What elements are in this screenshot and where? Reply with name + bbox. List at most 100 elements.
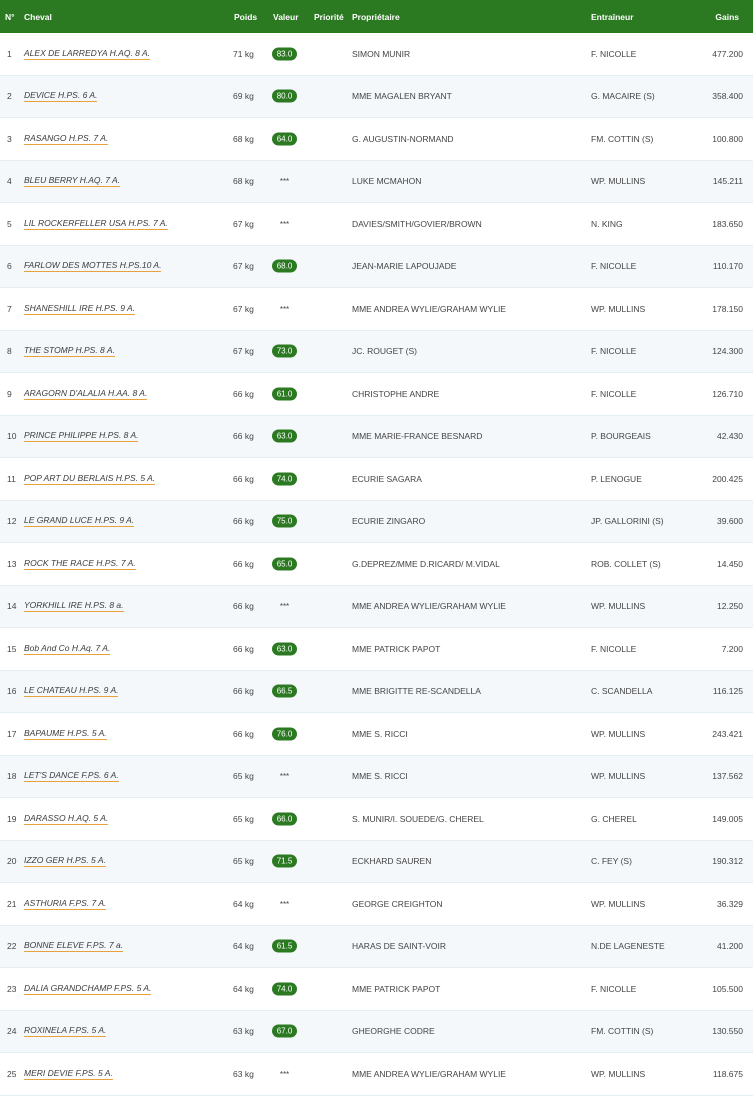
horse-name-link[interactable]: ASTHURIA F.PS. 7 A.	[24, 898, 107, 910]
owner-name: LUKE MCMAHON	[352, 176, 422, 187]
horse-name-link[interactable]: MERI DEVIE F.PS. 5 A.	[24, 1068, 113, 1080]
table-row: 5 LIL ROCKERFELLER USA H.PS. 7 A. 67 kg ***…	[0, 203, 753, 246]
trainer-name: WP. MULLINS	[591, 771, 646, 782]
horse-name-link[interactable]: PRINCE PHILIPPE H.PS. 8 A.	[24, 430, 139, 443]
gains-value: 12.250	[717, 601, 743, 612]
trainer-name: F. NICOLLE	[591, 261, 637, 272]
gains-value: 39.600	[717, 516, 743, 527]
weight-value: 66 kg	[233, 388, 254, 399]
horse-name-link[interactable]: BAPAUME H.PS. 5 A.	[24, 728, 107, 740]
table-row: 3 RASANGO H.PS. 7 A. 68 kg 64.0 G. AUGUSTIN-…	[0, 118, 753, 161]
row-number: 25	[7, 1068, 17, 1079]
table-row: 18 LET'S DANCE F.PS. 6 A. 65 kg *** MME S. R…	[0, 755, 753, 798]
header-value[interactable]: Valeur	[273, 12, 299, 22]
rating-badge: 68.0	[272, 259, 297, 273]
weight-value: 69 kg	[233, 91, 254, 102]
rating-cell: 65.0	[272, 557, 297, 571]
trainer-name: ROB. COLLET (S)	[591, 558, 661, 569]
rating-unrated: ***	[279, 219, 290, 229]
horse-name-link[interactable]: ROCK THE RACE H.PS. 7 A.	[24, 558, 136, 570]
gains-value: 137.562	[712, 771, 743, 782]
owner-name: MME MARIE-FRANCE BESNARD	[352, 431, 483, 442]
trainer-name: F. NICOLLE	[591, 346, 637, 357]
weight-value: 66 kg	[233, 728, 254, 739]
gains-value: 190.312	[712, 856, 743, 867]
weight-value: 66 kg	[233, 558, 254, 569]
rating-cell: 64.0	[272, 132, 297, 146]
rating-badge: 83.0	[272, 47, 297, 61]
horse-name-link[interactable]: RASANGO H.PS. 7 A.	[24, 133, 109, 145]
horse-name-link[interactable]: Bob And Co H.Aq. 7 A.	[24, 643, 111, 655]
header-trainer[interactable]: Entraîneur	[591, 12, 634, 22]
header-owner[interactable]: Propriétaire	[352, 12, 400, 22]
horse-name-link[interactable]: FARLOW DES MOTTES H.PS.10 A.	[24, 260, 162, 273]
horse-name-link[interactable]: BONNE ELEVE F.PS. 7 a.	[24, 940, 124, 953]
table-row: 12 LE GRAND LUCE H.PS. 9 A. 66 kg 75.0 ECURI…	[0, 500, 753, 543]
owner-name: MME S. RICCI	[352, 771, 408, 782]
row-number: 12	[7, 516, 17, 527]
gains-value: 477.200	[712, 48, 743, 59]
owner-name: MME PATRICK PAPOT	[352, 643, 441, 654]
horse-name-link[interactable]: SHANESHILL IRE H.PS. 9 A.	[24, 303, 136, 315]
rating-badge: 61.0	[272, 387, 297, 401]
horse-name-link[interactable]: LE GRAND LUCE H.PS. 9 A.	[24, 515, 135, 528]
table-row: 22 BONNE ELEVE F.PS. 7 a. 64 kg 61.5 HARAS D…	[0, 925, 753, 968]
table-row: 13 ROCK THE RACE H.PS. 7 A. 66 kg 65.0 G.DEP…	[0, 543, 753, 586]
trainer-name: WP. MULLINS	[591, 1068, 646, 1079]
rating-cell: 61.5	[272, 939, 297, 953]
horse-name-link[interactable]: LE CHATEAU H.PS. 9 A.	[24, 685, 119, 698]
horse-name-link[interactable]: IZZO GER H.PS. 5 A.	[24, 855, 106, 868]
row-number: 2	[7, 91, 12, 102]
weight-value: 64 kg	[233, 983, 254, 994]
horse-name-link[interactable]: POP ART DU BERLAIS H.PS. 5 A.	[24, 473, 156, 485]
rating-badge: 63.0	[272, 429, 297, 443]
row-number: 13	[7, 558, 17, 569]
rating-badge: 76.0	[272, 727, 297, 741]
horse-name-link[interactable]: THE STOMP H.PS. 8 A.	[24, 345, 115, 358]
owner-name: GEORGE CREIGHTON	[352, 898, 443, 909]
horse-name-link[interactable]: LIL ROCKERFELLER USA H.PS. 7 A.	[24, 218, 168, 230]
header-weight[interactable]: Poids	[234, 12, 257, 22]
gains-value: 7.200	[721, 643, 743, 654]
gains-value: 149.005	[712, 813, 743, 824]
owner-name: HARAS DE SAINT-VOIR	[352, 941, 446, 952]
horse-name-link[interactable]: DARASSO H.AQ. 5 A.	[24, 813, 109, 825]
horse-name-link[interactable]: LET'S DANCE F.PS. 6 A.	[24, 770, 119, 783]
trainer-name: FM. COTTIN (S)	[591, 1026, 654, 1037]
rating-cell: ***	[272, 771, 297, 781]
rating-cell: 63.0	[272, 429, 297, 443]
rating-badge: 73.0	[272, 344, 297, 358]
row-number: 1	[7, 48, 12, 59]
owner-name: G.DEPREZ/MME D.RICARD/ M.VIDAL	[352, 558, 500, 569]
gains-value: 200.425	[712, 473, 743, 484]
header-priority[interactable]: Priorité	[314, 12, 344, 22]
header-gains[interactable]: Gains	[715, 12, 739, 22]
row-number: 14	[7, 601, 17, 612]
horse-name-link[interactable]: ARAGORN D'ALALIA H.AA. 8 A.	[24, 388, 148, 400]
horse-name-link[interactable]: YORKHILL IRE H.PS. 8 a.	[24, 600, 124, 613]
rating-cell: 61.0	[272, 387, 297, 401]
owner-name: MME ANDREA WYLIE/GRAHAM WYLIE	[352, 601, 506, 612]
horse-name-link[interactable]: BLEU BERRY H.AQ. 7 A.	[24, 175, 121, 188]
header-horse[interactable]: Cheval	[24, 12, 52, 22]
weight-value: 66 kg	[233, 686, 254, 697]
weight-value: 63 kg	[233, 1068, 254, 1079]
owner-name: MME MAGALEN BRYANT	[352, 91, 452, 102]
rating-cell: 74.0	[272, 982, 297, 996]
table-header: N° Cheval Poids Valeur Priorité Propriét…	[0, 0, 753, 33]
weight-value: 67 kg	[233, 303, 254, 314]
row-number: 10	[7, 431, 17, 442]
rating-badge: 75.0	[272, 514, 297, 528]
horse-name-link[interactable]: ALEX DE LARREDYA H.AQ. 8 A.	[24, 48, 150, 60]
rating-badge: 61.5	[272, 939, 297, 953]
rating-cell: ***	[272, 176, 297, 186]
horse-name-link[interactable]: ROXINELA F.PS. 5 A.	[24, 1025, 107, 1038]
weight-value: 66 kg	[233, 431, 254, 442]
gains-value: 130.550	[712, 1026, 743, 1037]
horse-name-link[interactable]: DEVICE H.PS. 6 A.	[24, 90, 98, 103]
rating-cell: ***	[272, 1069, 297, 1079]
table-row: 15 Bob And Co H.Aq. 7 A. 66 kg 63.0 MME PATR…	[0, 628, 753, 671]
horse-name-link[interactable]: DALIA GRANDCHAMP F.PS. 5 A.	[24, 983, 152, 995]
gains-value: 105.500	[712, 983, 743, 994]
rating-cell: 73.0	[272, 344, 297, 358]
